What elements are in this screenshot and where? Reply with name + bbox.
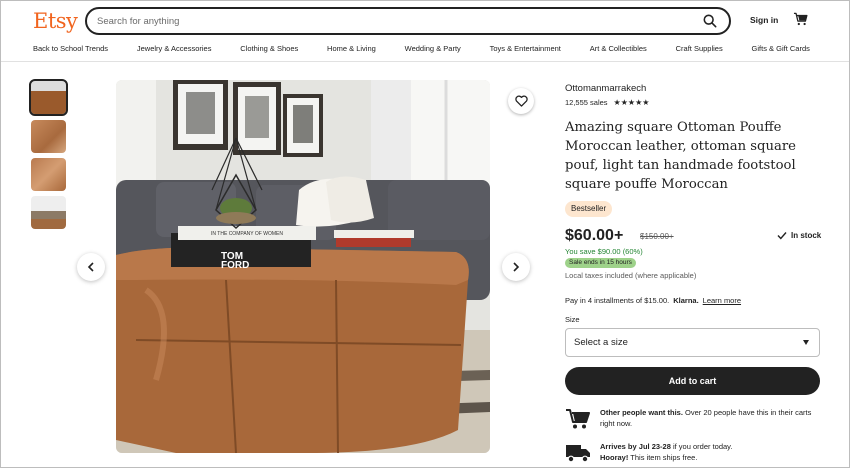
chevron-right-icon	[513, 262, 520, 272]
taxes-note: Local taxes included (where applicable)	[565, 271, 697, 280]
category-link[interactable]: Home & Living	[327, 44, 376, 56]
header-divider	[1, 61, 849, 62]
category-link[interactable]: Wedding & Party	[405, 44, 461, 56]
product-main-image: TOM FORD IN THE COMPANY OF WOMEN	[116, 80, 490, 453]
category-link[interactable]: Art & Collectibles	[590, 44, 647, 56]
sign-in-link[interactable]: Sign in	[750, 15, 778, 25]
bestseller-badge: Bestseller	[565, 201, 613, 217]
size-label: Size	[565, 315, 580, 324]
category-nav: Back to School Trends Jewelry & Accessor…	[33, 44, 810, 56]
search-bar[interactable]	[85, 7, 731, 35]
arrival-text: if you order today.	[672, 442, 733, 451]
product-photo-illustration	[116, 80, 490, 453]
stock-status: In stock	[777, 231, 821, 240]
klarna-logo: Klarna.	[673, 296, 699, 305]
category-link[interactable]: Clothing & Shoes	[240, 44, 298, 56]
chevron-left-icon	[87, 262, 94, 272]
etsy-logo[interactable]: Etsy	[33, 9, 78, 33]
sale-ends-badge: Sale ends in 15 hours	[565, 258, 636, 268]
check-icon	[777, 232, 787, 240]
heart-icon	[514, 95, 528, 107]
book-title: TOM FORD	[221, 251, 250, 271]
cart-icon[interactable]	[793, 12, 808, 26]
sales-count: 12,555 sales	[565, 98, 608, 107]
installments-text: Pay in 4 installments of $15.00.	[565, 296, 670, 305]
category-link[interactable]: Gifts & Gift Cards	[752, 44, 810, 56]
previous-image-button[interactable]	[77, 253, 105, 281]
thumbnail-1[interactable]	[29, 79, 68, 116]
delivery-truck-icon	[566, 445, 590, 463]
book-subtitle: IN THE COMPANY OF WOMEN	[211, 231, 283, 237]
category-link[interactable]: Craft Supplies	[676, 44, 723, 56]
add-to-cart-button[interactable]: Add to cart	[565, 367, 820, 395]
ships-bold: Hooray!	[600, 452, 629, 462]
stock-label: In stock	[791, 231, 822, 240]
category-link[interactable]: Back to School Trends	[33, 44, 108, 56]
demand-bold: Other people want this.	[600, 408, 683, 417]
demand-text-block: Other people want this. Over 20 people h…	[600, 408, 818, 429]
next-image-button[interactable]	[502, 253, 530, 281]
learn-more-link[interactable]: Learn more	[703, 296, 741, 305]
cart-demand-icon	[566, 409, 590, 429]
ships-text: This item ships free.	[630, 452, 698, 462]
search-icon[interactable]	[703, 14, 717, 28]
savings-text: You save $90.00 (60%)	[565, 247, 643, 256]
star-rating[interactable]: ★★★★★	[614, 98, 650, 107]
favorite-button[interactable]	[508, 88, 534, 114]
size-select-value: Select a size	[574, 337, 628, 348]
demand-notice: Other people want this. Over 20 people h…	[565, 408, 818, 430]
thumbnail-4[interactable]	[31, 196, 66, 229]
size-select[interactable]: Select a size	[565, 328, 820, 357]
thumbnail-2[interactable]	[31, 120, 66, 153]
original-price: $150.00+	[640, 232, 674, 241]
shop-name-link[interactable]: Ottomanmarrakech	[565, 83, 646, 94]
shipping-text-block: Arrives by Jul 23-28 if you order today.…	[600, 442, 818, 463]
category-link[interactable]: Toys & Entertainment	[490, 44, 561, 56]
shop-sales: 12,555 sales ★★★★★	[565, 98, 649, 107]
product-title: Amazing square Ottoman Pouffe Moroccan l…	[565, 120, 796, 192]
arrival-bold: Arrives by Jul 23-28	[600, 442, 671, 451]
shipping-notice: Arrives by Jul 23-28 if you order today.…	[565, 442, 818, 464]
product-price: $60.00+	[565, 227, 624, 244]
thumbnail-3[interactable]	[31, 158, 66, 191]
caret-down-icon	[803, 340, 809, 345]
category-link[interactable]: Jewelry & Accessories	[137, 44, 212, 56]
installments-info: Pay in 4 installments of $15.00. Klarna.…	[565, 296, 741, 305]
search-input[interactable]	[97, 12, 677, 30]
